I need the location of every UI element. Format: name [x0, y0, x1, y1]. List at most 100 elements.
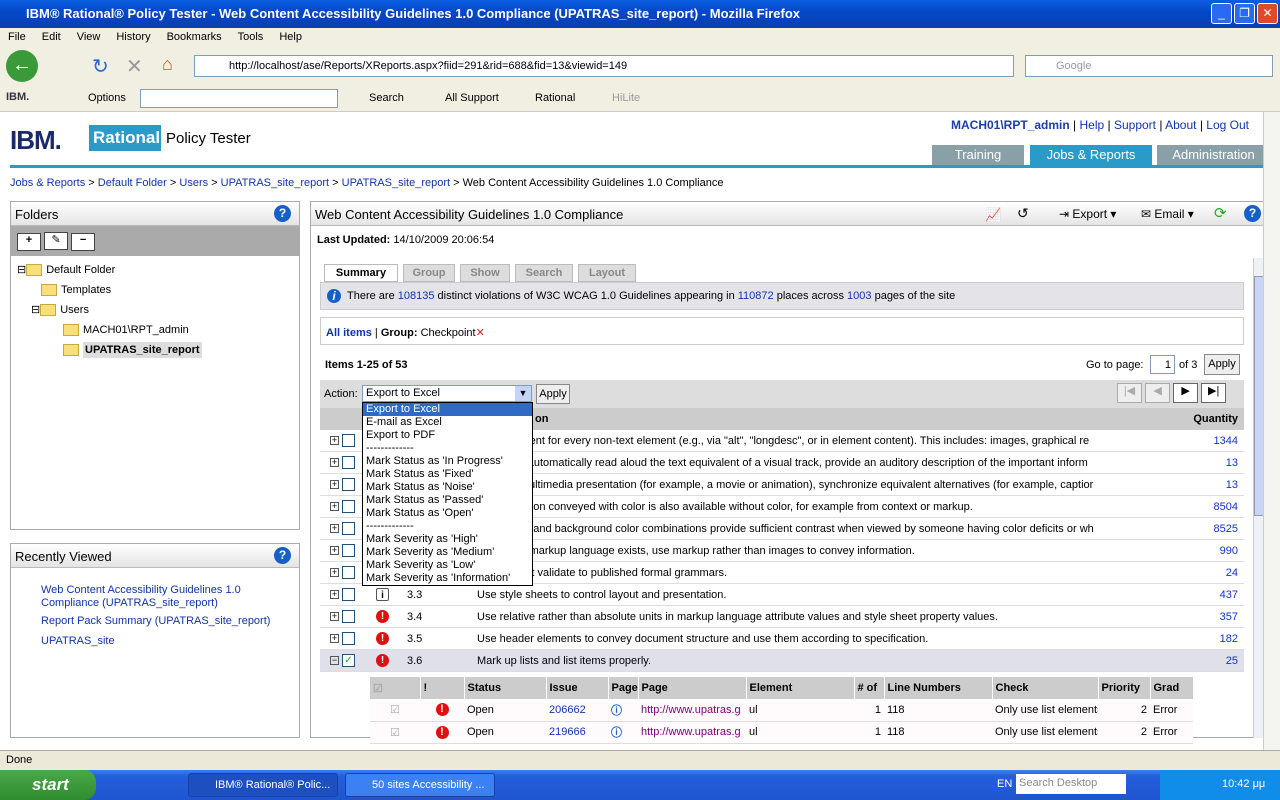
- help-icon[interactable]: ?: [274, 547, 291, 564]
- page-info-icon[interactable]: ⓘ: [608, 721, 638, 744]
- dropdown-option[interactable]: Mark Severity as 'Medium': [363, 546, 532, 559]
- expand-toggle[interactable]: +: [330, 612, 339, 621]
- url-input[interactable]: http://localhost/ase/Reports/XReports.as…: [194, 55, 1014, 77]
- minimize-button[interactable]: _: [1211, 3, 1232, 24]
- row-checkbox[interactable]: [342, 632, 355, 645]
- stop-icon[interactable]: ✕: [126, 54, 143, 79]
- quantity-link[interactable]: 437: [1220, 584, 1238, 606]
- dropdown-option[interactable]: Mark Status as 'In Progress': [363, 455, 532, 468]
- logout-link[interactable]: Log Out: [1206, 118, 1249, 132]
- breadcrumb-link[interactable]: Jobs & Reports: [10, 177, 85, 189]
- page-info-icon[interactable]: ⓘ: [608, 699, 638, 722]
- quantity-link[interactable]: 8525: [1214, 518, 1238, 540]
- start-button[interactable]: start: [0, 770, 96, 800]
- violations-link[interactable]: 108135: [398, 290, 435, 302]
- quantity-link[interactable]: 990: [1220, 540, 1238, 562]
- quantity-link[interactable]: 13: [1226, 474, 1238, 496]
- action-select[interactable]: Export to Excel ▼: [362, 385, 532, 402]
- expand-toggle[interactable]: +: [330, 634, 339, 643]
- quantity-link[interactable]: 182: [1220, 628, 1238, 650]
- tree-item[interactable]: Templates: [17, 280, 293, 300]
- row-checkbox[interactable]: [342, 588, 355, 601]
- dropdown-option[interactable]: Mark Status as 'Open': [363, 507, 532, 520]
- page-link[interactable]: http://www.upatras.g: [638, 721, 746, 744]
- user-link[interactable]: MACH01\RPT_admin: [951, 118, 1070, 132]
- language-indicator[interactable]: EN: [997, 778, 1012, 790]
- maximize-button[interactable]: ❐: [1234, 3, 1255, 24]
- close-button[interactable]: ✕: [1257, 3, 1278, 24]
- col-priority[interactable]: Priority: [1098, 677, 1151, 699]
- dropdown-option[interactable]: -------------: [363, 520, 532, 533]
- undo-icon[interactable]: ↺: [1017, 205, 1029, 222]
- tab-layout[interactable]: Layout: [578, 264, 636, 282]
- expand-toggle[interactable]: +: [330, 502, 339, 511]
- menu-edit[interactable]: Edit: [42, 31, 61, 43]
- row-checkbox[interactable]: [342, 544, 355, 557]
- desktop-search-input[interactable]: Search Desktop: [1016, 774, 1126, 794]
- expand-toggle[interactable]: +: [330, 590, 339, 599]
- breadcrumb-link[interactable]: Users: [179, 177, 208, 189]
- remove-folder-button[interactable]: −: [71, 233, 96, 251]
- dropdown-option[interactable]: Export to Excel: [363, 403, 532, 416]
- quantity-link[interactable]: 24: [1226, 562, 1238, 584]
- pages-link[interactable]: 1003: [847, 290, 871, 302]
- all-support-button[interactable]: All Support: [445, 92, 499, 104]
- recent-item[interactable]: UPATRAS_site: [41, 635, 299, 648]
- menu-file[interactable]: File: [8, 31, 26, 43]
- export-button[interactable]: ⇥ Export ▾: [1059, 207, 1116, 221]
- table-row[interactable]: +! 3.5 Use header elements to convey docum…: [320, 628, 1244, 650]
- support-link[interactable]: Support: [1114, 118, 1156, 132]
- detail-row[interactable]: ☑! Open 206662 ⓘ http://www.upatras.g ul 1 118 O…: [370, 699, 1193, 722]
- remove-filter-icon[interactable]: ✕: [476, 327, 485, 339]
- row-checkbox[interactable]: [342, 566, 355, 579]
- col-issue[interactable]: Issue: [546, 677, 609, 699]
- toolbar-search-button[interactable]: Search: [369, 92, 404, 104]
- quantity-link[interactable]: 1344: [1214, 430, 1238, 452]
- email-button[interactable]: ✉ Email ▾: [1141, 207, 1194, 221]
- all-items-link[interactable]: All items: [326, 327, 372, 339]
- add-folder-button[interactable]: +: [17, 233, 41, 251]
- detail-row[interactable]: ☑! Open 219666 ⓘ http://www.upatras.g ul 1 118 O…: [370, 721, 1193, 744]
- col-count[interactable]: # of: [854, 677, 885, 699]
- back-button[interactable]: ←: [6, 50, 38, 82]
- breadcrumb-link[interactable]: UPATRAS_site_report: [342, 177, 450, 189]
- rational-button[interactable]: Rational: [535, 92, 575, 104]
- row-checkbox[interactable]: ✓: [342, 654, 355, 667]
- dropdown-option[interactable]: -------------: [363, 442, 532, 455]
- menu-tools[interactable]: Tools: [238, 31, 264, 43]
- row-checkbox[interactable]: [342, 610, 355, 623]
- recent-item[interactable]: Report Pack Summary (UPATRAS_site_report…: [41, 615, 299, 628]
- tab-training[interactable]: Training: [932, 145, 1024, 165]
- tab-show[interactable]: Show: [460, 264, 510, 282]
- row-checkbox[interactable]: [342, 456, 355, 469]
- taskbar-firefox[interactable]: IBM® Rational® Polic...: [188, 773, 338, 797]
- recent-item[interactable]: Web Content Accessibility Guidelines 1.0…: [41, 584, 299, 610]
- expand-toggle[interactable]: −: [330, 656, 339, 665]
- tree-item[interactable]: ⊟ Users: [17, 300, 293, 320]
- quantity-link[interactable]: 13: [1226, 452, 1238, 474]
- detail-checkbox[interactable]: ☑: [370, 699, 420, 722]
- expand-toggle[interactable]: +: [330, 458, 339, 467]
- col-grade[interactable]: Grad: [1150, 677, 1194, 699]
- col-quantity[interactable]: Quantity: [1193, 408, 1238, 430]
- row-checkbox[interactable]: [342, 434, 355, 447]
- first-page-button[interactable]: |◀: [1117, 383, 1142, 403]
- tab-search[interactable]: Search: [515, 264, 573, 282]
- expand-toggle[interactable]: +: [330, 568, 339, 577]
- dropdown-option[interactable]: E-mail as Excel: [363, 416, 532, 429]
- col-severity[interactable]: !: [420, 677, 465, 699]
- action-apply-button[interactable]: Apply: [536, 384, 570, 404]
- breadcrumb-link[interactable]: Default Folder: [98, 177, 167, 189]
- chart-icon[interactable]: 📈: [985, 207, 1001, 223]
- page-input[interactable]: 1: [1150, 355, 1175, 374]
- hilite-button[interactable]: HiLite: [612, 92, 640, 104]
- col-page-icon[interactable]: Page: [608, 677, 639, 699]
- select-all-checkbox[interactable]: ☑: [370, 677, 421, 699]
- expand-toggle[interactable]: +: [330, 546, 339, 555]
- col-status[interactable]: Status: [464, 677, 547, 699]
- breadcrumb-link[interactable]: UPATRAS_site_report: [221, 177, 329, 189]
- toolbar-search-combo[interactable]: [140, 89, 338, 108]
- home-icon[interactable]: ⌂: [162, 54, 173, 75]
- table-row[interactable]: − ✓! 3.6 Mark up lists and list items prope…: [320, 650, 1244, 672]
- last-page-button[interactable]: ▶|: [1201, 383, 1227, 403]
